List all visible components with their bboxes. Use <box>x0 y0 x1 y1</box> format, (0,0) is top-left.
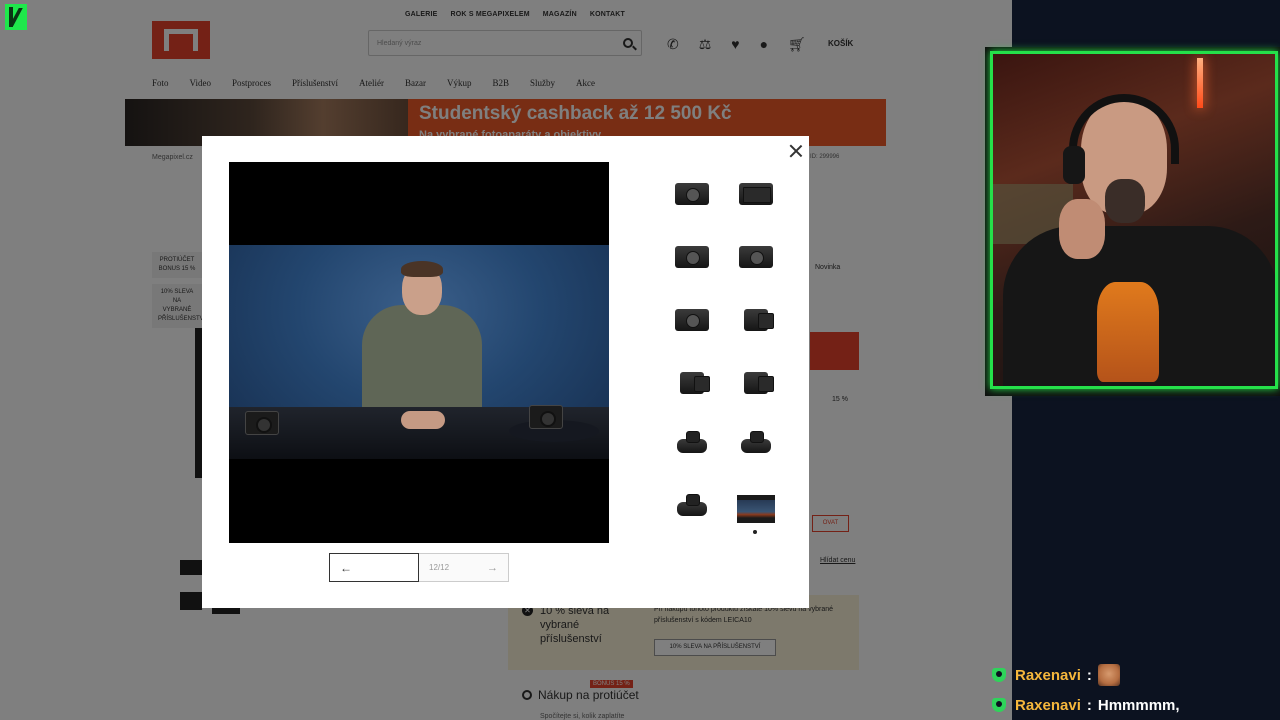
camera-side-thumb <box>680 372 710 394</box>
gallery-thumb[interactable] <box>736 363 776 403</box>
camera-side-thumb <box>744 372 774 394</box>
gallery-counter: 12/12 <box>429 563 450 572</box>
gallery-thumb[interactable] <box>736 237 776 277</box>
gallery-modal: ← 12/12 → <box>202 136 809 608</box>
streamer-beard <box>1105 179 1145 223</box>
gallery-thumb[interactable] <box>736 426 776 466</box>
chat-badge-icon <box>992 668 1006 682</box>
video-player[interactable] <box>229 162 609 543</box>
webcam-lamp <box>1197 58 1203 108</box>
chat-overlay: Raxenavi : Raxenavi : Hmmmmm, <box>990 660 1280 720</box>
prev-button[interactable]: ← <box>329 553 419 582</box>
camera-top-thumb <box>677 431 707 453</box>
video-frame <box>229 245 609 459</box>
arrow-right-icon: → <box>487 561 498 574</box>
chat-separator: : <box>1086 696 1092 714</box>
camera-screen-tilt-thumb <box>744 309 774 331</box>
presenter-hair <box>401 261 443 277</box>
camera-top-thumb <box>677 494 707 516</box>
active-thumb-indicator <box>753 530 757 534</box>
next-button[interactable]: 12/12 → <box>419 553 509 582</box>
chat-text: Hmmmmm, <box>1097 696 1180 714</box>
camera-top-thumb <box>741 431 771 453</box>
gallery-thumb[interactable] <box>736 174 776 214</box>
camera-back-thumb <box>739 183 773 205</box>
gallery-thumb[interactable] <box>672 426 712 466</box>
chat-message: Raxenavi : <box>990 660 1280 690</box>
gallery-thumb-active[interactable] <box>736 489 776 529</box>
camera-on-turntable <box>529 405 563 429</box>
camera-angle-thumb <box>675 309 709 331</box>
video-thumb <box>737 495 775 523</box>
camera-angle-thumb <box>675 246 709 268</box>
kick-logo-icon <box>5 4 27 30</box>
chat-username: Raxenavi <box>1015 696 1081 714</box>
face-emote-icon <box>1097 664 1120 686</box>
headset <box>1069 94 1179 164</box>
gallery-thumb[interactable] <box>672 174 712 214</box>
presenter-hands <box>401 411 445 429</box>
camera-front-thumb <box>675 183 709 205</box>
arrow-left-icon: ← <box>340 560 352 575</box>
camera-on-table <box>245 411 279 435</box>
headset-earcup <box>1063 146 1085 184</box>
chat-username: Raxenavi <box>1015 666 1081 684</box>
close-icon[interactable] <box>789 144 803 158</box>
chat-message: Raxenavi : Hmmmmm, <box>990 690 1280 720</box>
thumbnail-grid <box>672 174 776 529</box>
gallery-thumb[interactable] <box>672 489 712 529</box>
gallery-thumb[interactable] <box>672 363 712 403</box>
shirt-print <box>1097 282 1159 382</box>
chat-separator: : <box>1086 666 1092 684</box>
gallery-pager: ← 12/12 → <box>329 553 509 582</box>
webcam-feed <box>990 51 1278 389</box>
chat-badge-icon <box>992 698 1006 712</box>
gallery-thumb[interactable] <box>672 237 712 277</box>
gallery-thumb[interactable] <box>736 300 776 340</box>
gallery-thumb[interactable] <box>672 300 712 340</box>
streamer-hand <box>1059 199 1105 259</box>
camera-angle-thumb <box>739 246 773 268</box>
